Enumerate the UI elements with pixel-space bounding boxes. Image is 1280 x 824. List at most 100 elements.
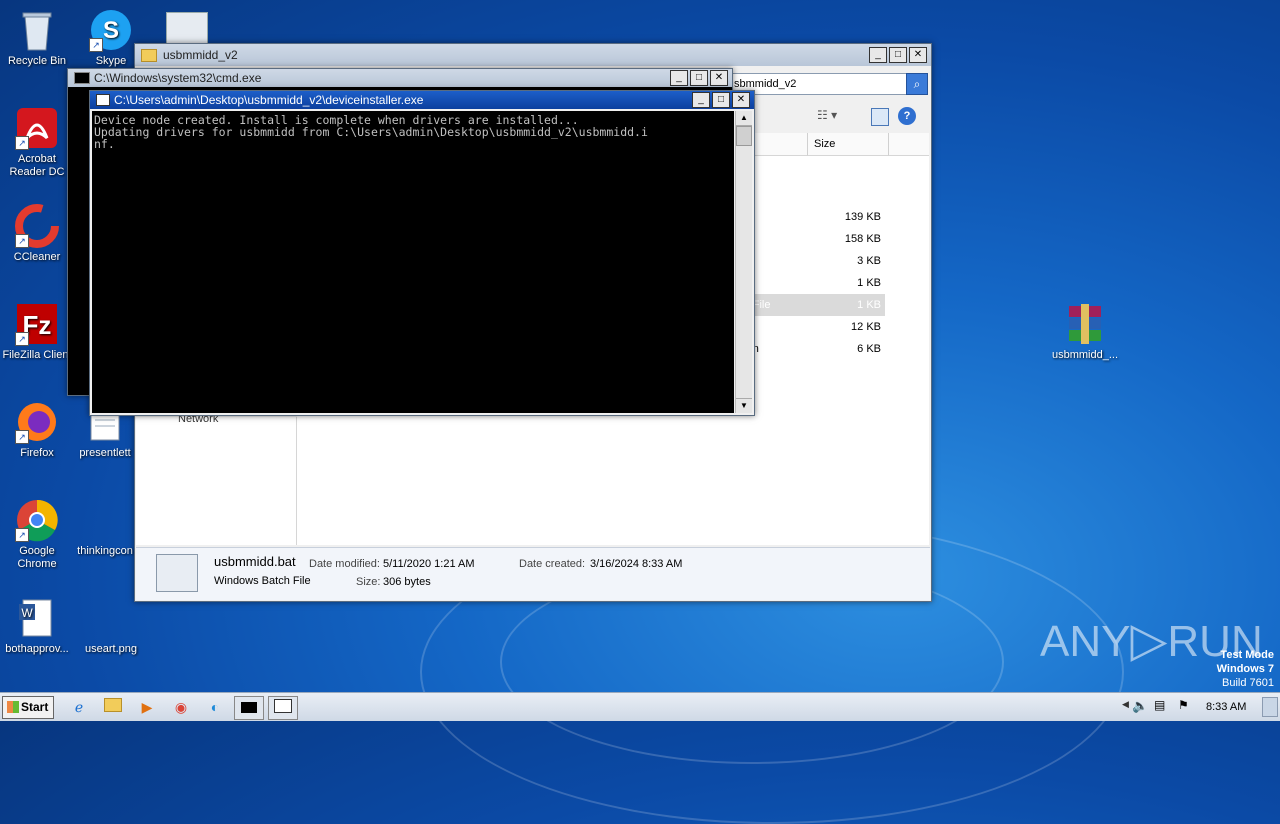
network-icon[interactable]: ▤	[1154, 698, 1165, 712]
details-created-label: Date created:	[519, 558, 586, 570]
desktop-icon-label: CCleaner	[13, 251, 61, 263]
ie-taskbar-button[interactable]: ℯ	[66, 696, 92, 718]
word-doc-icon: W	[15, 596, 59, 640]
desktop-icon-filezilla[interactable]: Fz ↗ FileZilla Client	[0, 302, 74, 362]
file-row[interactable]: 139 KB	[735, 206, 885, 228]
minimize-button[interactable]: _	[869, 47, 887, 63]
clock[interactable]: 8:33 AM	[1206, 701, 1246, 713]
view-options-button[interactable]: ☷ ▾	[817, 108, 857, 126]
cmd-taskbar-button[interactable]	[234, 696, 264, 720]
start-button[interactable]: Start	[2, 696, 54, 719]
console-output[interactable]: Device node created. Install is complete…	[92, 111, 734, 413]
maximize-button[interactable]: □	[889, 47, 907, 63]
close-button[interactable]: ✕	[909, 47, 927, 63]
cmd-titlebar[interactable]: C:\Windows\system32\cmd.exe _ □ ✕	[68, 69, 732, 87]
close-button[interactable]: ✕	[732, 92, 750, 108]
tray-show-hidden-button[interactable]: ◀	[1122, 699, 1129, 710]
desktop-icon-bothapprov[interactable]: W bothapprov...	[0, 596, 74, 656]
show-desktop-button[interactable]	[1262, 697, 1278, 717]
file-size: 158 KB	[844, 233, 881, 245]
console-line: Updating drivers for usbmmidd from C:\Us…	[94, 125, 648, 139]
media-player-taskbar-button[interactable]: ▶	[134, 696, 160, 718]
deviceinstaller-taskbar-button[interactable]	[268, 696, 298, 720]
batch-file-icon	[156, 554, 198, 592]
details-size-value: 306 bytes	[383, 576, 431, 588]
preview-pane-button[interactable]	[871, 108, 889, 126]
file-row[interactable]: nt3 KB	[735, 250, 885, 272]
file-row[interactable]: ation6 KB	[735, 338, 885, 360]
desktop-icon-usbmmidd-archive[interactable]: usbmmidd_...	[1048, 302, 1122, 362]
deviceinstaller-window[interactable]: C:\Users\admin\Desktop\usbmmidd_v2\devic…	[89, 90, 755, 416]
edge-taskbar-button[interactable]: ◐	[202, 696, 228, 718]
nav-pane: Network	[136, 413, 297, 545]
internet-explorer-icon: ℯ	[74, 699, 84, 715]
details-modified-value: 5/11/2020 1:21 AM	[383, 558, 475, 570]
console-icon	[96, 94, 110, 106]
console-scrollbar[interactable]: ▲ ▼	[735, 111, 752, 413]
address-text: sbmmidd_v2	[734, 78, 797, 90]
address-bar[interactable]: sbmmidd_v2	[731, 73, 907, 95]
column-size-label: Size	[814, 138, 836, 150]
details-type: Windows Batch File	[214, 575, 311, 587]
firefox-icon: ↗	[15, 400, 59, 444]
scroll-thumb[interactable]	[736, 126, 752, 146]
details-modified-label: Date modified:	[309, 558, 380, 570]
desktop-icon-ccleaner[interactable]: ↗ CCleaner	[0, 204, 74, 264]
play-icon: ▷	[1130, 614, 1168, 667]
desktop-icon-thinkingcon[interactable]: thinkingcon	[68, 498, 142, 558]
windows-logo-icon	[7, 701, 19, 713]
scroll-down-arrow[interactable]: ▼	[736, 398, 752, 413]
help-button[interactable]: ?	[898, 107, 916, 125]
action-center-flag-icon[interactable]: ⚑	[1178, 698, 1189, 712]
file-size: 3 KB	[857, 255, 881, 267]
os-info-line: Build 7601	[1222, 677, 1274, 689]
svg-text:W: W	[21, 606, 33, 620]
maximize-button[interactable]: □	[712, 92, 730, 108]
anyrun-watermark: ANY▷RUN	[1040, 612, 1263, 672]
minimize-button[interactable]: _	[670, 70, 688, 86]
console-window-icon	[274, 699, 292, 713]
acrobat-icon: ↗	[15, 106, 59, 150]
filezilla-icon: Fz ↗	[15, 302, 59, 346]
details-created-value: 3/16/2024 8:33 AM	[590, 558, 683, 570]
minimize-button[interactable]: _	[692, 92, 710, 108]
desktop-icon-firefox[interactable]: ↗ Firefox	[0, 400, 74, 460]
file-row[interactable]: alog12 KB	[735, 316, 885, 338]
desktop-icon-useart[interactable]: useart.png	[74, 596, 148, 656]
desktop-icon-label: Google Chrome	[17, 545, 57, 570]
maximize-button[interactable]: □	[690, 70, 708, 86]
console-line: nf.	[94, 137, 115, 151]
chrome-icon: ◉	[174, 699, 188, 715]
volume-icon[interactable]: 🔈	[1132, 698, 1148, 714]
scroll-up-arrow[interactable]: ▲	[736, 111, 752, 126]
chrome-taskbar-button[interactable]: ◉	[168, 696, 194, 718]
os-info-line: Windows 7	[1216, 663, 1274, 675]
column-header-extra[interactable]	[889, 133, 929, 156]
close-button[interactable]: ✕	[710, 70, 728, 86]
ccleaner-icon: ↗	[15, 204, 59, 248]
desktop-icon-label: Recycle Bin	[7, 55, 67, 67]
explorer-title: usbmmidd_v2	[163, 48, 238, 62]
start-label: Start	[21, 700, 49, 714]
file-row[interactable]: 158 KB	[735, 228, 885, 250]
skype-icon: S ↗	[89, 8, 133, 52]
search-button[interactable]: ⌕	[906, 73, 928, 95]
taskbar: Start ℯ ▶ ◉ ◐ ◀ 🔈 ▤ ⚑ 8:33 AM	[0, 692, 1280, 721]
explorer-titlebar[interactable]: usbmmidd_v2 _ □ ✕	[135, 44, 931, 66]
desktop-icon-label: presentlett	[79, 447, 131, 459]
desktop-icon-recycle-bin[interactable]: Recycle Bin	[0, 8, 74, 68]
deviceinstaller-titlebar[interactable]: C:\Users\admin\Desktop\usbmmidd_v2\devic…	[90, 91, 754, 109]
column-header-size[interactable]: Size	[808, 133, 889, 156]
recycle-bin-icon	[15, 8, 59, 52]
file-size: 12 KB	[851, 321, 881, 333]
file-row[interactable]: nt1 KB	[735, 272, 885, 294]
file-size: 1 KB	[857, 277, 881, 289]
file-row-selected[interactable]: tch File1 KB	[735, 294, 885, 316]
help-icon: ?	[903, 110, 911, 122]
desktop-icon-chrome[interactable]: ↗ Google Chrome	[0, 498, 74, 571]
desktop-icon-label: Acrobat Reader DC	[9, 153, 65, 178]
edge-icon: ◐	[210, 699, 220, 715]
explorer-taskbar-button[interactable]	[100, 696, 126, 718]
desktop-icon-label: Firefox	[20, 447, 54, 459]
desktop-icon-acrobat[interactable]: ↗ Acrobat Reader DC	[0, 106, 74, 179]
